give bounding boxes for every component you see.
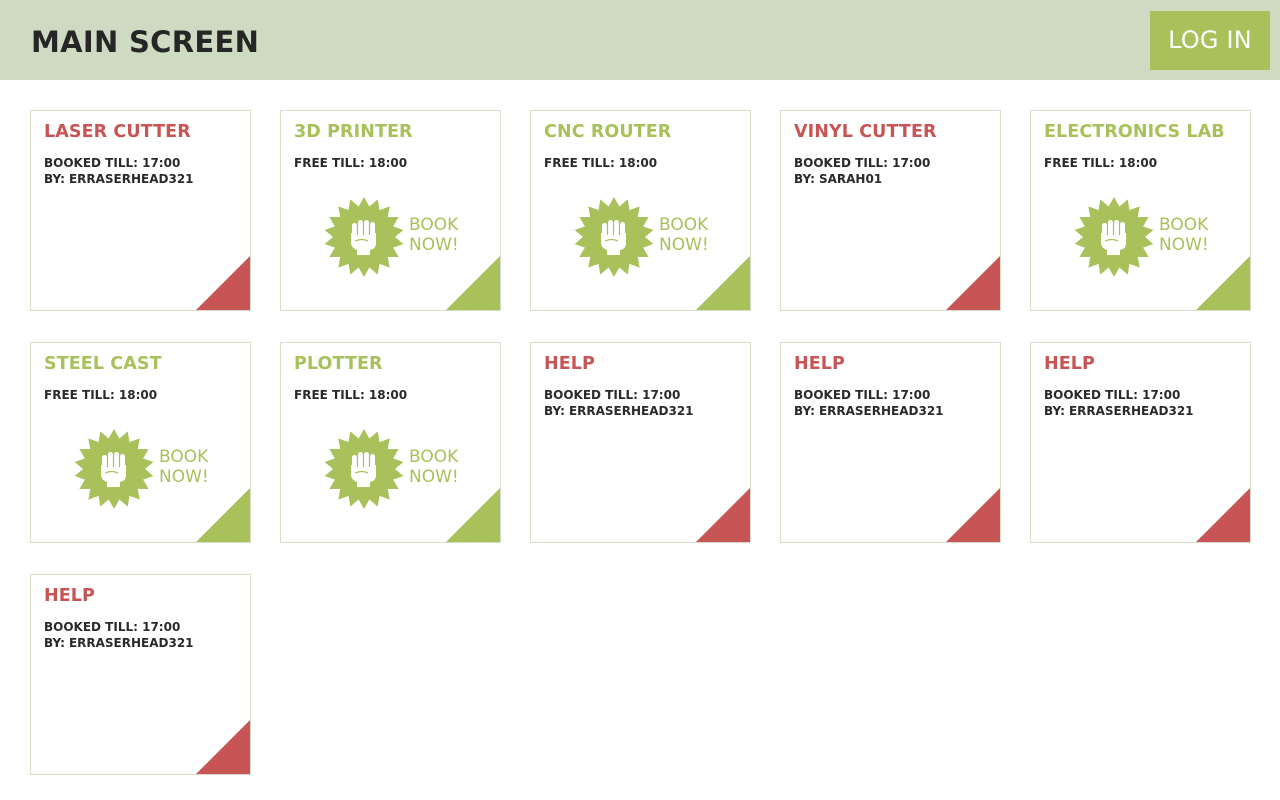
- card-title: STEEL CAST: [44, 354, 162, 374]
- login-button[interactable]: LOG IN: [1150, 11, 1270, 70]
- book-now-button[interactable]: BOOK NOW!: [324, 197, 464, 277]
- booked-by: BY: ERRASERHEAD321: [44, 635, 194, 651]
- booked-by-user: ERRASERHEAD321: [818, 404, 944, 418]
- card-status: FREE TILL: 18:00: [294, 155, 407, 171]
- machine-card[interactable]: STEEL CAST FREE TILL: 18:00 BOOK NOW!: [30, 342, 251, 543]
- card-title: LASER CUTTER: [44, 122, 191, 142]
- status-text: FREE TILL: 18:00: [44, 388, 158, 402]
- card-title: PLOTTER: [294, 354, 383, 374]
- book-now-line1: BOOK: [409, 215, 459, 235]
- page-title: MAIN SCREEN: [31, 25, 260, 59]
- by-label: BY:: [794, 404, 815, 418]
- card-title: ELECTRONICS LAB: [1044, 122, 1225, 142]
- book-now-line2: NOW!: [409, 235, 459, 255]
- booked-by: BY: ERRASERHEAD321: [794, 403, 944, 419]
- card-title: CNC ROUTER: [544, 122, 672, 142]
- booked-by-user: ERRASERHEAD321: [568, 404, 694, 418]
- status-text: BOOKED TILL: 17:00: [1044, 388, 1181, 402]
- booked-by: BY: SARAH01: [794, 171, 930, 187]
- book-now-line1: BOOK: [659, 215, 709, 235]
- status-corner-icon: [696, 488, 750, 542]
- status-corner-icon: [446, 488, 500, 542]
- top-bar: MAIN SCREEN LOG IN: [0, 0, 1280, 80]
- card-title: VINYL CUTTER: [794, 122, 937, 142]
- status-corner-icon: [196, 256, 250, 310]
- card-title: 3D PRINTER: [294, 122, 413, 142]
- card-status: FREE TILL: 18:00: [44, 387, 157, 403]
- card-status: BOOKED TILL: 17:00 BY: ERRASERHEAD321: [44, 619, 194, 651]
- card-status: BOOKED TILL: 17:00 BY: SARAH01: [794, 155, 930, 187]
- book-now-line2: NOW!: [659, 235, 709, 255]
- machine-card[interactable]: VINYL CUTTER BOOKED TILL: 17:00 BY: SARAH01: [780, 110, 1001, 311]
- booked-by-user: SARAH01: [818, 172, 883, 186]
- status-text: BOOKED TILL: 17:00: [44, 156, 181, 170]
- status-text: BOOKED TILL: 17:00: [794, 156, 931, 170]
- card-status: FREE TILL: 18:00: [1044, 155, 1157, 171]
- card-status: FREE TILL: 18:00: [294, 387, 407, 403]
- card-status: BOOKED TILL: 17:00 BY: ERRASERHEAD321: [794, 387, 944, 419]
- machine-card[interactable]: HELP BOOKED TILL: 17:00 BY: ERRASERHEAD321: [30, 574, 251, 775]
- machine-card[interactable]: HELP BOOKED TILL: 17:00 BY: ERRASERHEAD321: [1030, 342, 1251, 543]
- book-now-button[interactable]: BOOK NOW!: [1074, 197, 1214, 277]
- status-text: BOOKED TILL: 17:00: [794, 388, 931, 402]
- status-corner-icon: [1196, 256, 1250, 310]
- book-now-label: BOOK NOW!: [1159, 215, 1209, 255]
- card-title: HELP: [544, 354, 595, 374]
- status-text: FREE TILL: 18:00: [544, 156, 658, 170]
- status-corner-icon: [196, 720, 250, 774]
- booked-by: BY: ERRASERHEAD321: [44, 171, 194, 187]
- book-now-label: BOOK NOW!: [159, 447, 209, 487]
- by-label: BY:: [1044, 404, 1065, 418]
- status-corner-icon: [946, 488, 1000, 542]
- book-now-button[interactable]: BOOK NOW!: [574, 197, 714, 277]
- machine-card[interactable]: 3D PRINTER FREE TILL: 18:00 BOOK NOW!: [280, 110, 501, 311]
- status-corner-icon: [446, 256, 500, 310]
- status-text: BOOKED TILL: 17:00: [44, 620, 181, 634]
- book-now-line1: BOOK: [159, 447, 209, 467]
- by-label: BY:: [44, 172, 65, 186]
- book-now-button[interactable]: BOOK NOW!: [324, 429, 464, 509]
- book-now-line2: NOW!: [159, 467, 209, 487]
- card-status: FREE TILL: 18:00: [544, 155, 657, 171]
- book-now-line2: NOW!: [409, 467, 459, 487]
- book-now-label: BOOK NOW!: [659, 215, 709, 255]
- card-title: HELP: [794, 354, 845, 374]
- status-text: BOOKED TILL: 17:00: [544, 388, 681, 402]
- card-status: BOOKED TILL: 17:00 BY: ERRASERHEAD321: [44, 155, 194, 187]
- booked-by-user: ERRASERHEAD321: [68, 172, 194, 186]
- card-status: BOOKED TILL: 17:00 BY: ERRASERHEAD321: [544, 387, 694, 419]
- book-now-line1: BOOK: [1159, 215, 1209, 235]
- status-text: FREE TILL: 18:00: [294, 388, 408, 402]
- machine-card[interactable]: HELP BOOKED TILL: 17:00 BY: ERRASERHEAD321: [780, 342, 1001, 543]
- booked-by-user: ERRASERHEAD321: [68, 636, 194, 650]
- machine-card[interactable]: PLOTTER FREE TILL: 18:00 BOOK NOW!: [280, 342, 501, 543]
- machine-card[interactable]: ELECTRONICS LAB FREE TILL: 18:00 BOOK NOW!: [1030, 110, 1251, 311]
- book-now-button[interactable]: BOOK NOW!: [74, 429, 214, 509]
- status-corner-icon: [696, 256, 750, 310]
- machine-card[interactable]: HELP BOOKED TILL: 17:00 BY: ERRASERHEAD321: [530, 342, 751, 543]
- booked-by-user: ERRASERHEAD321: [1068, 404, 1194, 418]
- status-text: FREE TILL: 18:00: [294, 156, 408, 170]
- machine-card[interactable]: CNC ROUTER FREE TILL: 18:00 BOOK NOW!: [530, 110, 751, 311]
- by-label: BY:: [544, 404, 565, 418]
- book-now-label: BOOK NOW!: [409, 447, 459, 487]
- card-status: BOOKED TILL: 17:00 BY: ERRASERHEAD321: [1044, 387, 1194, 419]
- by-label: BY:: [44, 636, 65, 650]
- machine-card[interactable]: LASER CUTTER BOOKED TILL: 17:00 BY: ERRASER…: [30, 110, 251, 311]
- status-corner-icon: [1196, 488, 1250, 542]
- card-title: HELP: [1044, 354, 1095, 374]
- card-title: HELP: [44, 586, 95, 606]
- book-now-label: BOOK NOW!: [409, 215, 459, 255]
- status-corner-icon: [196, 488, 250, 542]
- by-label: BY:: [794, 172, 815, 186]
- status-corner-icon: [946, 256, 1000, 310]
- status-text: FREE TILL: 18:00: [1044, 156, 1158, 170]
- book-now-line1: BOOK: [409, 447, 459, 467]
- booked-by: BY: ERRASERHEAD321: [544, 403, 694, 419]
- booked-by: BY: ERRASERHEAD321: [1044, 403, 1194, 419]
- book-now-line2: NOW!: [1159, 235, 1209, 255]
